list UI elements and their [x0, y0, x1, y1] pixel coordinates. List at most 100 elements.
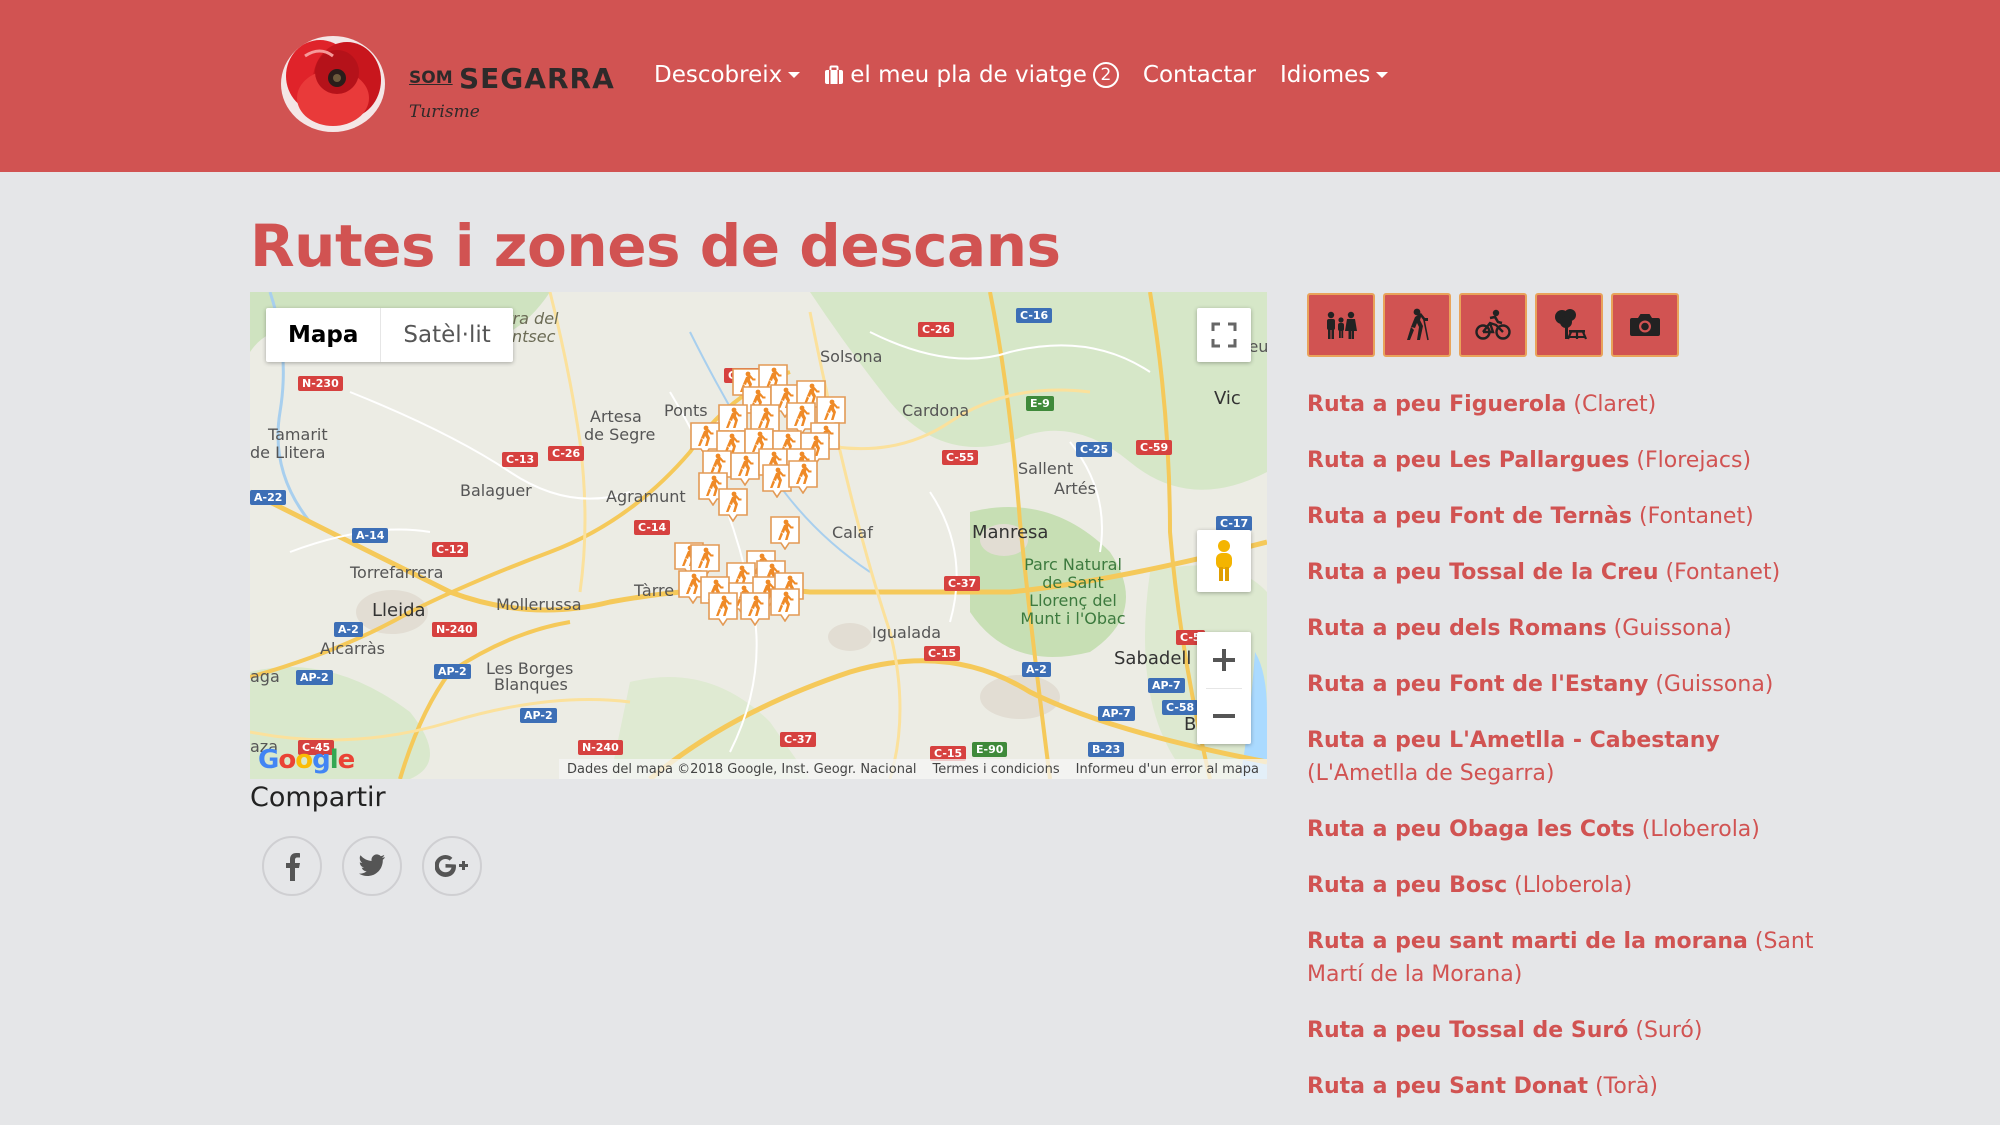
route-list-item: Ruta a peu Tossal de la Creu (Fontanet)	[1307, 556, 1827, 589]
road-shield: C-26	[918, 322, 955, 337]
route-town: (Guissona)	[1655, 672, 1774, 697]
fullscreen-button[interactable]	[1197, 308, 1251, 362]
hiking-icon	[1407, 308, 1429, 341]
camera-icon	[1630, 314, 1660, 336]
route-link[interactable]: Ruta a peu Sant Donat	[1307, 1074, 1588, 1099]
map-type-control: Mapa Satèl·lit	[266, 308, 513, 362]
filter-picnic-button[interactable]	[1535, 293, 1603, 357]
place-label: Sabadell	[1114, 648, 1192, 669]
filter-hiking-button[interactable]	[1383, 293, 1451, 357]
road-shield: C-37	[944, 576, 981, 591]
hiking-marker-icon[interactable]	[718, 488, 748, 522]
road-shield: C-37	[780, 732, 817, 747]
route-link[interactable]: Ruta a peu Bosc	[1307, 873, 1507, 898]
route-link[interactable]: Ruta a peu Les Pallargues	[1307, 448, 1629, 473]
twitter-share-button[interactable]	[342, 836, 402, 896]
zoom-out-button[interactable]	[1197, 688, 1251, 744]
place-label: Balaguer	[460, 481, 532, 500]
route-link[interactable]: Ruta a peu Tossal de Suró	[1307, 1018, 1628, 1043]
road-shield: N-230	[298, 376, 343, 391]
route-link[interactable]: Ruta a peu Tossal de la Creu	[1307, 560, 1659, 585]
google-plus-share-button[interactable]	[422, 836, 482, 896]
routes-map[interactable]: Solsona Cardona Vic Ponts Artesa de Segr…	[250, 292, 1267, 779]
road-shield: B-23	[1088, 742, 1125, 757]
road-shield: AP-2	[520, 708, 557, 723]
route-list-item: Ruta a peu dels Romans (Guissona)	[1307, 612, 1827, 645]
facebook-share-button[interactable]	[262, 836, 322, 896]
route-list-item: Ruta a peu Les Pallargues (Florejacs)	[1307, 444, 1827, 477]
hiking-marker-icon[interactable]	[730, 452, 760, 486]
filter-family-button[interactable]	[1307, 293, 1375, 357]
place-label: ntsec	[512, 327, 556, 346]
road-shield: C-26	[548, 446, 585, 461]
route-link[interactable]: Ruta a peu Font de Ternàs	[1307, 504, 1632, 529]
place-label: Solsona	[820, 347, 883, 366]
road-shield: C-15	[924, 646, 961, 661]
place-label: Artesa	[590, 407, 642, 426]
road-shield: AP-2	[434, 664, 471, 679]
route-link[interactable]: Ruta a peu Font de l'Estany	[1307, 672, 1648, 697]
report-error-link[interactable]: Informeu d'un error al mapa	[1076, 762, 1259, 777]
plus-icon	[1213, 648, 1235, 671]
nav-travel-plan[interactable]: el meu pla de viatge 2	[824, 62, 1119, 88]
route-link[interactable]: Ruta a peu Figuerola	[1307, 392, 1566, 417]
pegman-icon	[1216, 540, 1232, 581]
route-town: (Guissona)	[1613, 616, 1732, 641]
road-shield: A-2	[334, 622, 363, 637]
road-shield: E-9	[1026, 396, 1054, 411]
road-shield: A-14	[352, 528, 389, 543]
route-list-item: Ruta a peu Font de Ternàs (Fontanet)	[1307, 500, 1827, 533]
terms-link[interactable]: Termes i condicions	[933, 762, 1060, 777]
route-link[interactable]: Ruta a peu Obaga les Cots	[1307, 817, 1635, 842]
map-type-map-button[interactable]: Mapa	[266, 308, 382, 362]
hiking-marker-icon[interactable]	[770, 516, 800, 550]
route-filter-buttons	[1307, 293, 1679, 357]
hiking-marker-icon[interactable]	[770, 588, 800, 622]
road-shield: AP-2	[296, 670, 333, 685]
filter-photo-button[interactable]	[1611, 293, 1679, 357]
site-logo[interactable]: SOM SEGARRA Turisme	[275, 26, 614, 138]
hiking-marker-icon[interactable]	[708, 592, 738, 626]
place-label: Ponts	[664, 401, 708, 420]
share-title: Compartir	[250, 782, 386, 813]
place-label: Agramunt	[606, 487, 686, 506]
hiking-marker-icon[interactable]	[788, 460, 818, 494]
poppy-logo-icon	[281, 36, 385, 132]
route-town: (Lloberola)	[1514, 873, 1633, 898]
route-link[interactable]: Ruta a peu dels Romans	[1307, 616, 1607, 641]
nav-idiomes[interactable]: Idiomes	[1280, 62, 1389, 88]
filter-cycling-button[interactable]	[1459, 293, 1527, 357]
family-icon	[1327, 311, 1357, 339]
place-label: de Llitera	[250, 443, 326, 462]
main-nav: Descobreix el meu pla de viatge 2 Contac…	[654, 62, 1412, 88]
route-town: (L'Ametlla de Segarra)	[1307, 761, 1555, 786]
nav-contactar[interactable]: Contactar	[1143, 62, 1256, 88]
route-link[interactable]: Ruta a peu sant marti de la morana	[1307, 929, 1748, 954]
place-label: Artés	[1054, 479, 1096, 498]
map-attribution: Dades del mapa ©2018 Google, Inst. Geogr…	[558, 759, 1267, 779]
suitcase-icon	[825, 65, 844, 84]
hiking-marker-icon[interactable]	[740, 592, 770, 626]
route-link[interactable]: Ruta a peu L'Ametlla - Cabestany	[1307, 728, 1720, 753]
place-label: rra del	[506, 309, 559, 328]
road-shield: C-58	[1162, 700, 1199, 715]
zoom-in-button[interactable]	[1197, 632, 1251, 688]
road-shield: C-55	[942, 450, 979, 465]
nav-descobreix[interactable]: Descobreix	[654, 62, 801, 88]
route-town: (Claret)	[1573, 392, 1657, 417]
nav-descobreix-label: Descobreix	[654, 62, 783, 88]
road-shield: AP-7	[1148, 678, 1185, 693]
place-label: Tamarit	[268, 425, 328, 444]
place-label: Torrefarrera	[350, 563, 444, 582]
place-label: aga	[250, 667, 280, 686]
google-logo: Google	[258, 745, 355, 775]
route-town: (Suró)	[1635, 1018, 1703, 1043]
street-view-button[interactable]	[1197, 530, 1251, 592]
nav-contactar-label: Contactar	[1142, 62, 1256, 88]
map-type-satellite-button[interactable]: Satèl·lit	[381, 308, 512, 362]
route-list-item: Ruta a peu L'Ametlla - Cabestany (L'Amet…	[1307, 724, 1827, 790]
route-list-item: Ruta a peu sant marti de la morana (Sant…	[1307, 925, 1827, 991]
road-shield: C-17	[1216, 516, 1253, 531]
caret-down-icon	[1376, 72, 1389, 78]
road-shield: C-25	[1076, 442, 1113, 457]
